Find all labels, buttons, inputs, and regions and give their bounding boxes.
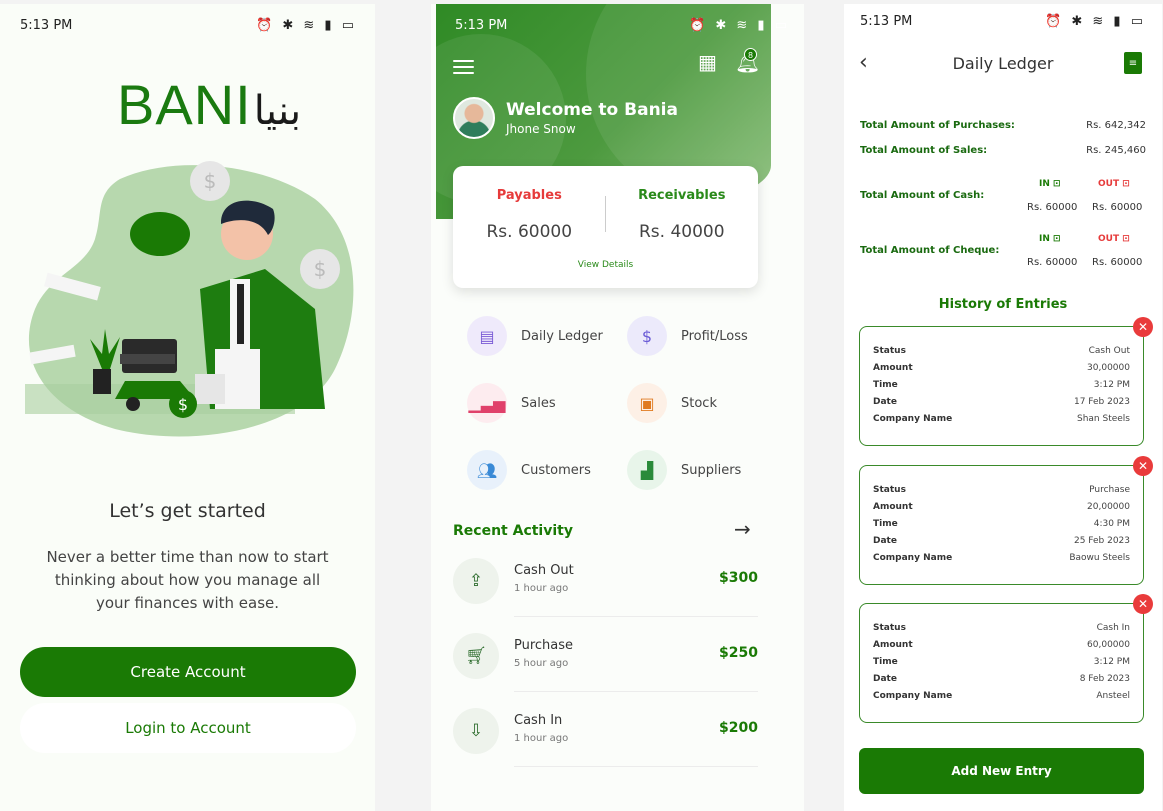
grid-stock[interactable]: ▣ Stock [627, 381, 717, 425]
activity-item[interactable]: 🛒︎ Purchase 5 hour ago $250 [453, 633, 758, 707]
grid-sales[interactable]: ▁▃▅ Sales [467, 381, 556, 425]
status-time: 5:13 PM [860, 14, 913, 29]
stock-icon: ▣ [627, 383, 667, 423]
svg-text:$: $ [204, 169, 217, 193]
avatar[interactable] [453, 97, 495, 139]
subtext: Never a better time than now to start th… [46, 548, 329, 612]
total-purchases-value: Rs. 642,342 [1086, 120, 1146, 131]
cash-in-value: Rs. 60000 [1027, 202, 1078, 213]
logo-text: BANI [117, 73, 252, 136]
grid-suppliers[interactable]: ▟ Suppliers [627, 448, 741, 492]
sales-icon: ▁▃▅ [467, 383, 507, 423]
grid-customers[interactable]: 👥︎ Customers [467, 448, 591, 492]
arrow-right-icon[interactable]: → [734, 517, 751, 541]
cheque-in-value: Rs. 60000 [1027, 257, 1078, 268]
cheque-in-header: IN ⊡ [1039, 234, 1061, 244]
customers-icon: 👥︎ [467, 450, 507, 490]
document-icon[interactable]: ≡ [1124, 52, 1142, 74]
onboarding-screen: 5:13 PM ⏰ ✱ ≋ ▮ ▭ BANIبنیا $ $ $ Let’s g… [0, 4, 375, 811]
cheque-label: Total Amount of Cheque: [860, 245, 1000, 256]
in-icon: ⊡ [1053, 234, 1061, 244]
user-name: Jhone Snow [506, 122, 576, 136]
total-sales-label: Total Amount of Sales: [860, 145, 988, 156]
grid-daily-ledger[interactable]: ▤ Daily Ledger [467, 314, 603, 358]
login-button[interactable]: Login to Account [20, 703, 356, 753]
add-new-entry-button[interactable]: Add New Entry [859, 748, 1144, 794]
heading: Let’s get started [109, 500, 266, 522]
app-logo: BANIبنیا [117, 72, 301, 137]
logo-arabic: بنیا [253, 88, 302, 134]
grid-label: Profit/Loss [681, 328, 748, 344]
grid-label: Stock [681, 395, 717, 411]
menu-icon[interactable] [453, 56, 474, 78]
activity-time: 5 hour ago [514, 658, 569, 669]
activity-time: 1 hour ago [514, 733, 569, 744]
svg-text:$: $ [314, 257, 327, 281]
create-account-button[interactable]: Create Account [20, 647, 356, 697]
payables-value: Rs. 60000 [486, 222, 573, 242]
payables-label: Payables [496, 188, 562, 203]
grid-profit-loss[interactable]: $ Profit/Loss [627, 314, 748, 358]
delete-icon[interactable]: ✕ [1133, 317, 1153, 337]
status-icons: ⏰ ✱ ≋ ▮ ▭ [689, 18, 790, 33]
cheque-out-value: Rs. 60000 [1092, 257, 1143, 268]
grid-label: Customers [521, 462, 591, 478]
cheque-out-header: OUT ⊡ [1098, 234, 1130, 244]
activity-item[interactable]: ⇩ Cash In 1 hour ago $200 [453, 708, 758, 782]
cash-out-value: Rs. 60000 [1092, 202, 1143, 213]
notification-badge: 8 [744, 48, 757, 61]
cash-label: Total Amount of Cash: [860, 190, 985, 201]
delete-icon[interactable]: ✕ [1133, 594, 1153, 614]
cart-icon: 🛒︎ [453, 633, 499, 679]
out-icon: ⊡ [1122, 179, 1130, 189]
welcome-title: Welcome to Bania [506, 100, 678, 120]
status-bar: 5:13 PM ⏰ ✱ ≋ ▮ ▭ [844, 4, 1162, 44]
activity-name: Cash In [514, 713, 563, 728]
activity-name: Cash Out [514, 563, 574, 578]
receivables-value: Rs. 40000 [638, 222, 725, 242]
status-icons: ⏰ ✱ ≋ ▮ ▭ [1045, 14, 1146, 29]
entry-card[interactable]: ✕ Status Purchase Amount 20,00000 Time 4:30… [859, 456, 1153, 585]
daily-ledger-screen: 5:13 PM ⏰ ✱ ≋ ▮ ▭ ‹ Daily Ledger ≡ Total… [844, 4, 1162, 811]
svg-text:$: $ [178, 395, 188, 414]
ledger-icon: ▤ [467, 316, 507, 356]
dashboard-screen: 5:13 PM ⏰ ✱ ≋ ▮ ▭ ▦ 🔔︎ 8 Welcome to Bani… [431, 4, 804, 811]
calendar-icon[interactable]: ▦ [698, 50, 717, 74]
activity-amount: $200 [719, 720, 758, 736]
entry-card[interactable]: ✕ Status Cash Out Amount 30,00000 Time 3:12… [859, 317, 1153, 446]
cash-out-header: OUT ⊡ [1098, 179, 1130, 189]
status-bar: 5:13 PM ⏰ ✱ ≋ ▮ ▭ [0, 4, 375, 44]
finance-illustration: $ $ $ [25, 161, 354, 437]
grid-label: Daily Ledger [521, 328, 603, 344]
entry-card[interactable]: ✕ Status Cash In Amount 60,00000 Time 3:12 … [859, 594, 1153, 723]
status-icons: ⏰ ✱ ≋ ▮ ▭ [256, 18, 357, 33]
grid-label: Sales [521, 395, 556, 411]
activity-item[interactable]: ⇪ Cash Out 1 hour ago $300 [453, 558, 758, 632]
grid-label: Suppliers [681, 462, 742, 478]
out-icon: ⊡ [1122, 234, 1130, 244]
activity-time: 1 hour ago [514, 583, 569, 594]
balance-card: Payables Receivables Rs. 60000 Rs. 40000… [453, 166, 758, 288]
status-time: 5:13 PM [455, 18, 508, 33]
total-purchases-label: Total Amount of Purchases: [860, 120, 1015, 131]
in-icon: ⊡ [1053, 179, 1061, 189]
cash-in-icon: ⇩ [453, 708, 499, 754]
total-sales-value: Rs. 245,460 [1086, 145, 1146, 156]
suppliers-icon: ▟ [627, 450, 667, 490]
activity-amount: $250 [719, 645, 758, 661]
cash-out-icon: ⇪ [453, 558, 499, 604]
activity-amount: $300 [719, 570, 758, 586]
page-title: Daily Ledger [952, 54, 1054, 73]
cash-in-header: IN ⊡ [1039, 179, 1061, 189]
history-title: History of Entries [938, 297, 1068, 312]
recent-activity-title: Recent Activity [453, 523, 573, 539]
view-details-link[interactable]: View Details [453, 260, 758, 270]
status-bar: 5:13 PM ⏰ ✱ ≋ ▮ ▭ [431, 4, 804, 44]
profit-loss-icon: $ [627, 316, 667, 356]
activity-name: Purchase [514, 638, 574, 653]
receivables-label: Receivables [638, 188, 726, 203]
delete-icon[interactable]: ✕ [1133, 456, 1153, 476]
status-time: 5:13 PM [20, 18, 73, 33]
